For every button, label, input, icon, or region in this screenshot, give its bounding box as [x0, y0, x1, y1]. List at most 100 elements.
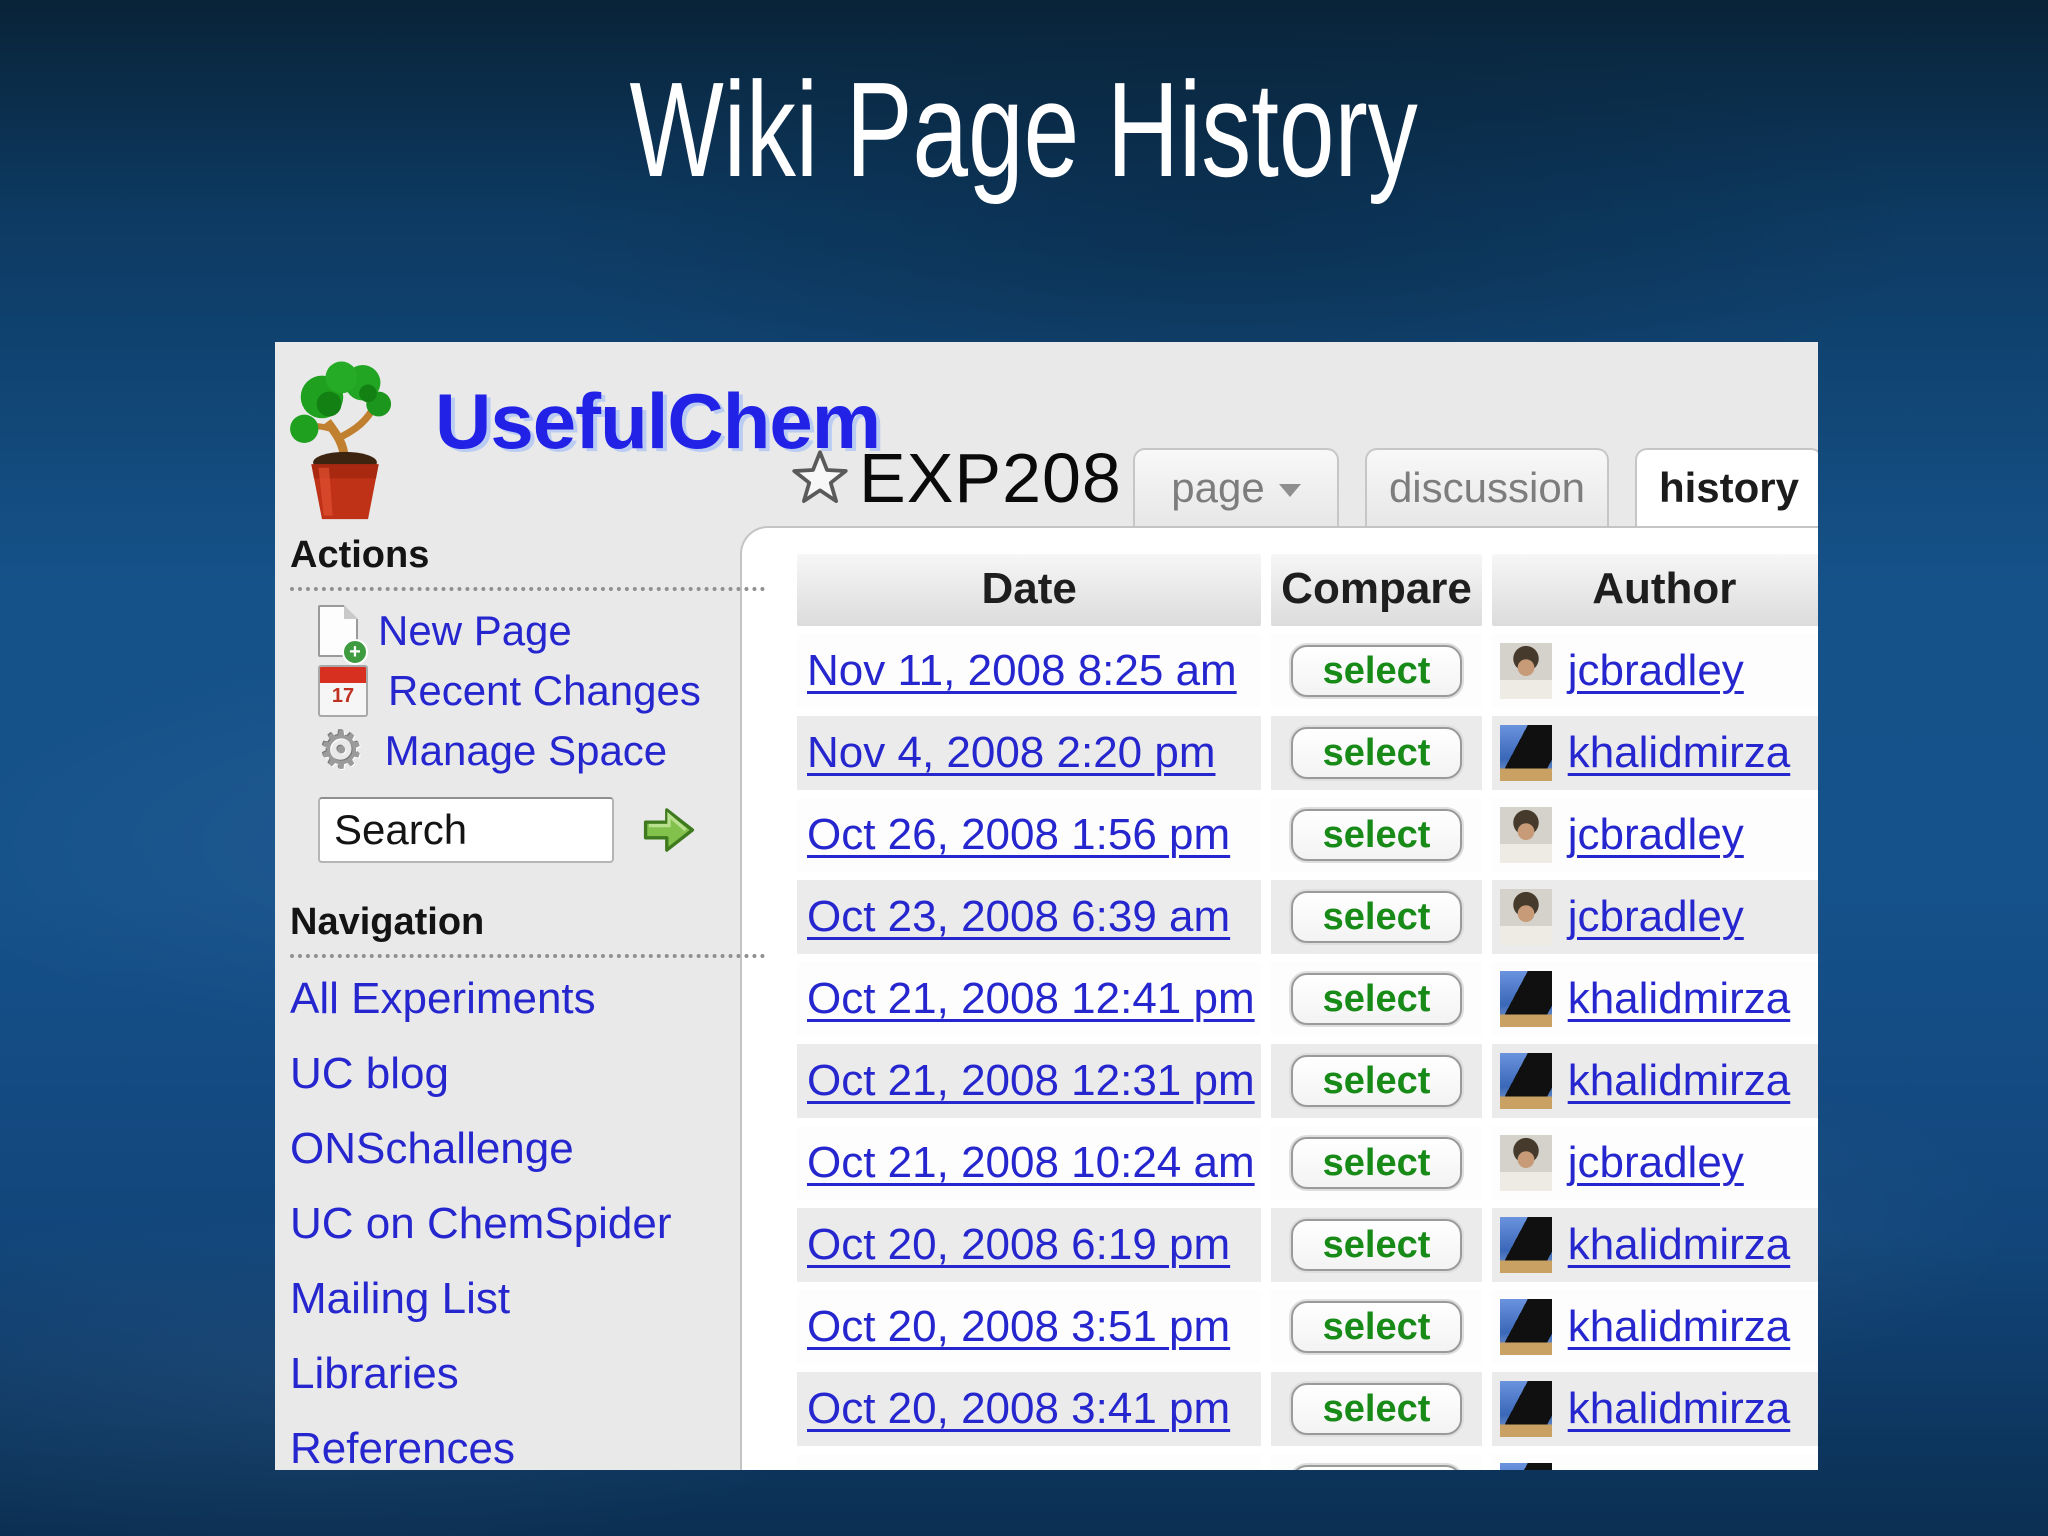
- nav-link[interactable]: All Experiments: [290, 974, 596, 1023]
- search-row: [290, 797, 765, 863]
- column-header-author: Author: [1491, 552, 1818, 626]
- author-link[interactable]: khalidmirza: [1568, 1302, 1791, 1352]
- nav-link[interactable]: ONSchallenge: [290, 1124, 574, 1173]
- gear-icon: ⚙: [318, 721, 365, 781]
- author-avatar: [1499, 1135, 1552, 1191]
- author-link[interactable]: khalidmirza: [1568, 1384, 1791, 1434]
- select-button[interactable]: select: [1290, 1383, 1463, 1435]
- author-avatar: [1499, 971, 1552, 1027]
- tab-history[interactable]: history: [1635, 448, 1818, 526]
- nav-link[interactable]: Mailing List: [290, 1274, 510, 1323]
- nav-list-item: All Experiments: [290, 966, 765, 1041]
- select-button[interactable]: select: [1290, 1301, 1463, 1353]
- select-button[interactable]: select: [1290, 1465, 1463, 1470]
- table-body: Nov 11, 2008 8:25 am select jcbradley No…: [797, 634, 1818, 1446]
- author-link[interactable]: khalidmirza: [1568, 1056, 1791, 1106]
- history-table: Date Compare Author Nov 11, 2008 8:25 am…: [797, 552, 1818, 1470]
- table-row: Oct 23, 2008 6:39 am select jcbradley: [797, 880, 1818, 954]
- table-row: Oct 20, 2008 3:41 pm select khalidmirza: [797, 1372, 1818, 1446]
- navigation-heading: Navigation: [290, 901, 765, 958]
- action-new-page[interactable]: + New Page: [290, 601, 765, 665]
- search-go-arrow-icon[interactable]: [640, 801, 698, 859]
- select-button[interactable]: select: [1290, 1055, 1463, 1107]
- nav-list-item: UC blog: [290, 1041, 765, 1116]
- author-avatar: [1499, 1381, 1552, 1437]
- search-input[interactable]: [318, 797, 614, 863]
- author-avatar: [1499, 1299, 1552, 1355]
- calendar-icon: 17: [318, 665, 368, 717]
- author-avatar: [1499, 889, 1552, 945]
- action-recent-changes-label: Recent Changes: [388, 667, 701, 714]
- new-page-icon: +: [318, 605, 368, 665]
- nav-list-item: Mailing List: [290, 1266, 765, 1341]
- author-link[interactable]: jcbradley: [1568, 646, 1744, 696]
- author-avatar: [1499, 1463, 1552, 1470]
- table-row: Oct 21, 2008 12:41 pm select khalidmirza: [797, 962, 1818, 1036]
- select-button[interactable]: select: [1290, 1219, 1463, 1271]
- select-button[interactable]: select: [1290, 973, 1463, 1025]
- action-manage-space[interactable]: ⚙ Manage Space: [290, 721, 765, 781]
- table-row: Oct 20, 2008 3:51 pm select khalidmirza: [797, 1290, 1818, 1364]
- author-link[interactable]: jcbradley: [1568, 1138, 1744, 1188]
- nav-link[interactable]: UC blog: [290, 1049, 449, 1098]
- nav-link[interactable]: Libraries: [290, 1349, 459, 1398]
- action-manage-space-label: Manage Space: [384, 727, 668, 774]
- revision-date-link[interactable]: Oct 21, 2008 12:41 pm: [807, 974, 1255, 1024]
- action-recent-changes[interactable]: 17 Recent Changes: [290, 661, 765, 721]
- author-link[interactable]: khalidmirza: [1568, 1220, 1791, 1270]
- table-header-row: Date Compare Author: [797, 552, 1818, 626]
- author-avatar: [1499, 807, 1552, 863]
- revision-date-link[interactable]: Oct 26, 2008 1:56 pm: [807, 810, 1230, 860]
- actions-list: + New Page 17 Recent Changes ⚙ Manage Sp…: [290, 601, 765, 781]
- revision-date-link[interactable]: Oct 21, 2008 10:24 am: [807, 1138, 1255, 1188]
- tab-page-label: page: [1171, 464, 1265, 511]
- nav-link[interactable]: References: [290, 1424, 515, 1470]
- sidebar: Actions + New Page 17 Recent Changes ⚙ M…: [290, 534, 765, 1470]
- revision-date-link[interactable]: Oct 23, 2008 6:39 am: [807, 892, 1230, 942]
- table-row: Nov 4, 2008 2:20 pm select khalidmirza: [797, 716, 1818, 790]
- revision-date-link[interactable]: Nov 4, 2008 2:20 pm: [807, 728, 1215, 778]
- table-row: Oct 26, 2008 1:56 pm select jcbradley: [797, 798, 1818, 872]
- tab-page[interactable]: page: [1133, 448, 1339, 526]
- favorite-star-icon[interactable]: [791, 449, 849, 507]
- nav-list-item: ONSchallenge: [290, 1116, 765, 1191]
- revision-date-link[interactable]: Nov 11, 2008 8:25 am: [807, 646, 1237, 696]
- select-button[interactable]: select: [1290, 809, 1463, 861]
- slide-title: Wiki Page History: [629, 54, 1419, 205]
- author-avatar: [1499, 1053, 1552, 1109]
- page-title: EXP208: [859, 439, 1122, 517]
- navigation-list: All Experiments UC blog ONSchallenge UC …: [290, 966, 765, 1470]
- table-row-partial: select: [797, 1454, 1818, 1470]
- select-button[interactable]: select: [1290, 645, 1463, 697]
- action-new-page-label: New Page: [378, 607, 572, 654]
- select-button[interactable]: select: [1290, 1137, 1463, 1189]
- tab-discussion[interactable]: discussion: [1365, 448, 1609, 526]
- revision-date-link[interactable]: Oct 21, 2008 12:31 pm: [807, 1056, 1255, 1106]
- column-header-date: Date: [797, 552, 1262, 626]
- usefulchem-bonsai-logo-icon: [283, 352, 407, 534]
- tab-history-label: history: [1658, 464, 1800, 511]
- nav-list-item: References: [290, 1416, 765, 1470]
- wiki-screenshot: UsefulChem EXP208 page discussion histor…: [275, 342, 1818, 1470]
- table-row: Nov 11, 2008 8:25 am select jcbradley: [797, 634, 1818, 708]
- author-link[interactable]: jcbradley: [1568, 892, 1744, 942]
- author-link[interactable]: jcbradley: [1568, 810, 1744, 860]
- select-button[interactable]: select: [1290, 891, 1463, 943]
- chevron-down-icon: [1278, 483, 1301, 497]
- select-button[interactable]: select: [1290, 727, 1463, 779]
- revision-date-link[interactable]: Oct 20, 2008 3:41 pm: [807, 1384, 1230, 1434]
- author-link[interactable]: khalidmirza: [1568, 728, 1791, 778]
- revision-date-link[interactable]: Oct 20, 2008 3:51 pm: [807, 1302, 1230, 1352]
- author-avatar: [1499, 1217, 1552, 1273]
- tab-discussion-label: discussion: [1388, 464, 1586, 511]
- author-avatar: [1499, 643, 1552, 699]
- author-avatar: [1499, 725, 1552, 781]
- nav-list-item: Libraries: [290, 1341, 765, 1416]
- nav-link[interactable]: UC on ChemSpider: [290, 1199, 672, 1248]
- actions-heading: Actions: [290, 534, 765, 591]
- tab-bar: page discussion history: [1133, 448, 1818, 526]
- revision-date-link[interactable]: Oct 20, 2008 6:19 pm: [807, 1220, 1230, 1270]
- nav-list-item: UC on ChemSpider: [290, 1191, 765, 1266]
- slide-background: Wiki Page History UsefulChem EXP208 page…: [0, 0, 2048, 1536]
- author-link[interactable]: khalidmirza: [1568, 974, 1791, 1024]
